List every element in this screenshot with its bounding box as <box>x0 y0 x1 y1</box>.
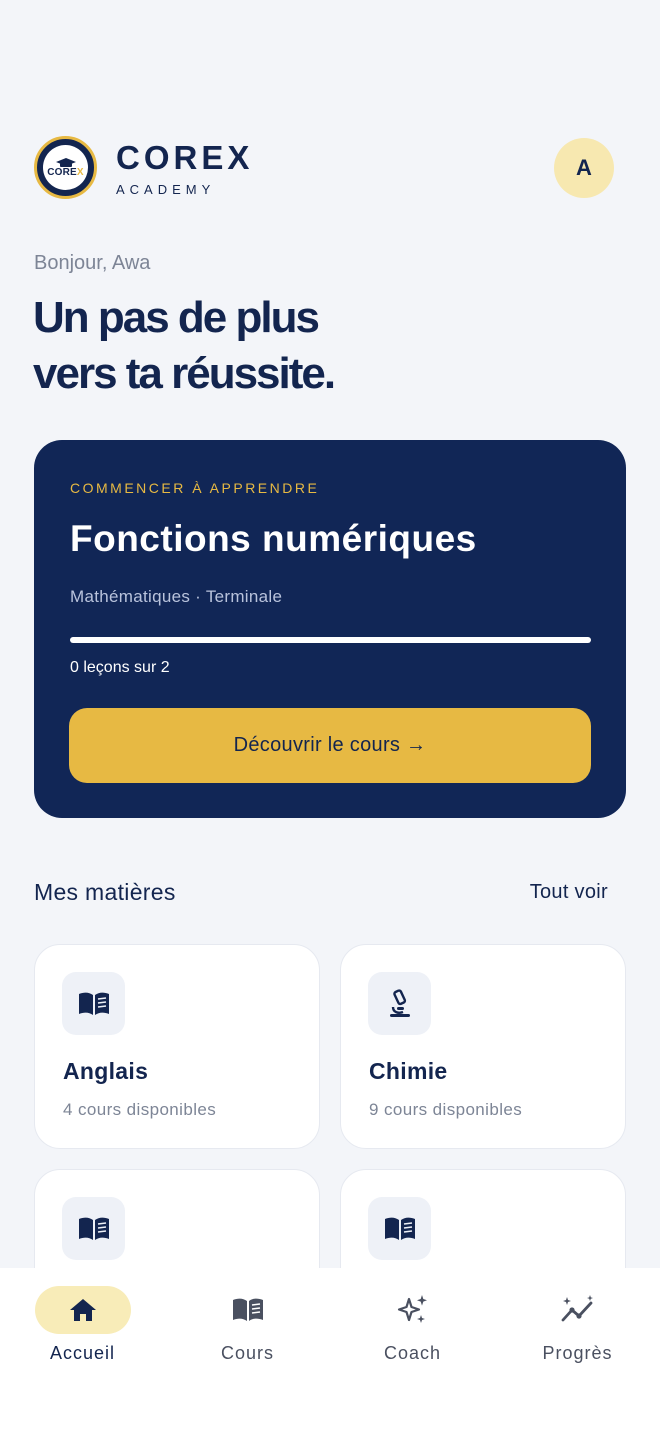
nav-item-coach[interactable]: Coach <box>330 1286 495 1376</box>
active-indicator <box>34 1286 131 1334</box>
subject-card-anglais[interactable]: Anglais 4 cours disponibles <box>34 944 320 1149</box>
see-all-link[interactable]: Tout voir <box>530 881 608 904</box>
microscope-icon <box>368 972 431 1035</box>
book-icon <box>368 1197 431 1260</box>
nav-label: Progrès <box>542 1343 613 1363</box>
brand: COREX ACADEMY <box>116 138 253 198</box>
trend-icon <box>561 1295 593 1322</box>
subject-name: Chimie <box>369 1058 448 1084</box>
hero-eyebrow: COMMENCER À APPRENDRE <box>70 480 320 496</box>
nav-item-progres[interactable]: Progrès <box>495 1286 660 1376</box>
course-progress-bar <box>70 637 591 643</box>
nav-label: Cours <box>220 1343 274 1363</box>
bottom-navigation: Accueil Cours Coach Progrès <box>0 1268 660 1434</box>
brand-name: COREX <box>116 139 254 176</box>
subject-count: 4 cours disponibles <box>63 1100 217 1119</box>
book-icon <box>232 1298 263 1321</box>
home-icon <box>69 1299 96 1321</box>
nav-label: Accueil <box>49 1343 116 1363</box>
lessons-progress-text: 0 leçons sur 2 <box>70 659 170 676</box>
subjects-title: Mes matières <box>34 879 176 905</box>
app-header: COREX COREX ACADEMY A <box>34 136 626 200</box>
headline-line-1: Un pas de plus <box>33 293 320 342</box>
continue-course-card[interactable]: COMMENCER À APPRENDRE Fonctions numériqu… <box>34 440 626 818</box>
book-icon <box>62 1197 125 1260</box>
page-title: Un pas de plus vers ta réussite. <box>33 290 453 402</box>
headline-line-2: vers ta réussite. <box>33 349 336 398</box>
course-subtitle: Mathématiques · Terminale <box>70 587 283 606</box>
course-title: Fonctions numériques <box>70 518 477 559</box>
nav-item-cours[interactable]: Cours <box>165 1286 330 1376</box>
sparkles-icon <box>397 1295 427 1323</box>
nav-item-accueil[interactable]: Accueil <box>0 1286 165 1376</box>
subject-card-chimie[interactable]: Chimie 9 cours disponibles <box>340 944 626 1149</box>
graduation-cap-icon <box>55 157 76 167</box>
brand-subtitle: ACADEMY <box>116 182 216 197</box>
book-icon <box>62 972 125 1035</box>
corex-logo: COREX <box>34 136 97 199</box>
greeting: Bonjour, Awa <box>34 252 151 274</box>
nav-label: Coach <box>383 1343 442 1363</box>
subject-count: 9 cours disponibles <box>369 1100 523 1119</box>
discover-course-button[interactable]: Découvrir le cours → <box>69 708 591 783</box>
subject-name: Anglais <box>63 1058 149 1084</box>
avatar[interactable]: A <box>554 138 614 198</box>
logo-text: COREX <box>47 166 84 178</box>
